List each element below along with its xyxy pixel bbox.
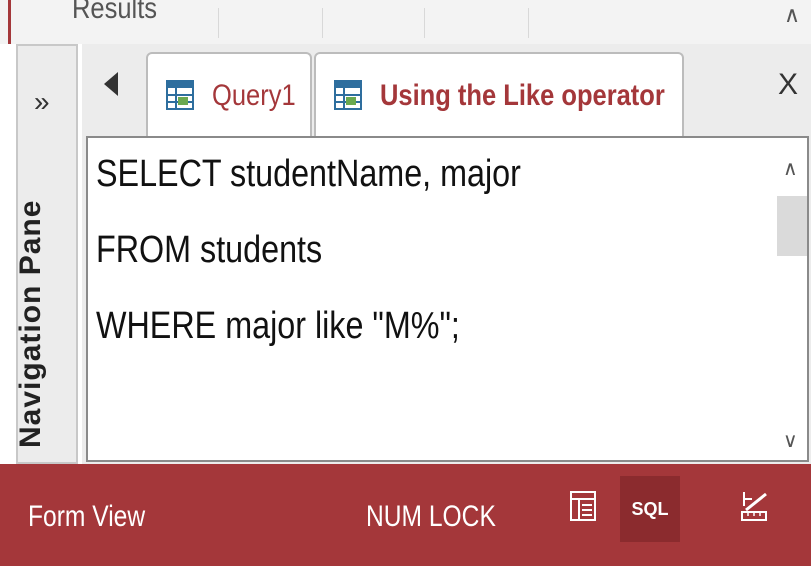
design-view-icon (738, 490, 770, 529)
window-edge (0, 0, 11, 44)
sql-editor[interactable]: SELECT studentName, major FROM students … (86, 136, 809, 462)
query-icon (334, 80, 364, 112)
close-tab-icon[interactable]: X (778, 70, 798, 100)
tab-using-the-like-operator[interactable]: Using the Like operator (314, 52, 684, 138)
query-icon (166, 80, 196, 112)
design-view-button[interactable] (724, 476, 784, 542)
ribbon-divider (528, 8, 529, 38)
datasheet-view-icon (569, 490, 599, 529)
num-lock-indicator: NUM LOCK (366, 500, 496, 533)
collapse-ribbon-icon[interactable]: ∧ (784, 2, 800, 28)
view-name: Form View (28, 500, 146, 533)
scroll-up-icon[interactable]: ∧ (783, 156, 798, 181)
sql-line[interactable]: FROM students (96, 228, 322, 272)
sql-view-label: SQL (631, 498, 669, 519)
tab-label: Query1 (212, 79, 296, 112)
status-bar: Form View NUM LOCK (0, 464, 811, 566)
navigation-pane-label[interactable]: Navigation Pane (8, 48, 54, 448)
scroll-down-icon[interactable]: ∨ (783, 428, 798, 453)
ribbon-divider (218, 8, 219, 38)
sql-line[interactable]: WHERE major like "M%"; (96, 304, 460, 348)
vertical-scrollbar[interactable]: ∧ ∨ (777, 138, 807, 460)
sql-line[interactable]: SELECT studentName, major (96, 152, 521, 196)
tab-scroll-left-icon[interactable] (104, 72, 118, 96)
tab-label: Using the Like operator (380, 79, 665, 112)
datasheet-view-button[interactable] (554, 476, 614, 542)
ribbon-divider (322, 8, 323, 38)
ribbon-divider (424, 8, 425, 38)
ribbon-group-label: Results (72, 0, 158, 25)
scrollbar-thumb[interactable] (777, 196, 807, 256)
sql-view-button[interactable]: SQL (620, 476, 680, 542)
ribbon: Results ∧ (0, 0, 811, 44)
tab-query1[interactable]: Query1 (146, 52, 312, 138)
